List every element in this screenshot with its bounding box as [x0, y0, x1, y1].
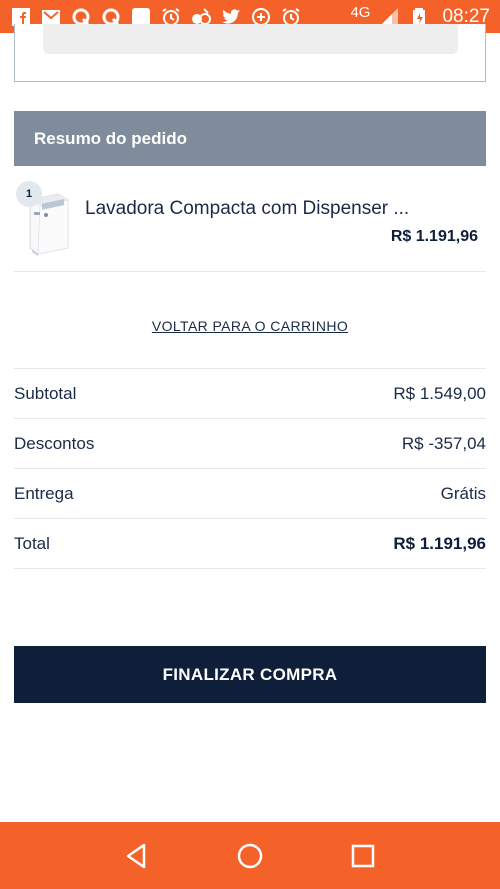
delivery-value: Grátis — [440, 483, 486, 503]
discounts-label: Descontos — [14, 433, 95, 453]
product-name[interactable]: Lavadora Compacta com Dispenser ... — [85, 198, 480, 220]
total-row: Total R$ 1.191,96 — [14, 519, 486, 569]
home-icon[interactable] — [228, 834, 272, 878]
previous-section-card — [14, 24, 486, 82]
navigation-bar — [0, 822, 500, 889]
back-to-cart-container: VOLTAR PARA O CARRINHO — [0, 318, 500, 336]
subtotal-label: Subtotal — [14, 383, 77, 403]
quantity-badge: 1 — [16, 181, 42, 207]
order-item[interactable]: 1 Lavadora Compacta com Dispenser ... R$… — [14, 176, 486, 272]
checkout-page: 4G 08:27 Resumo do pedido 1 Lavadora Com… — [0, 0, 500, 889]
product-price: R$ 1.191,96 — [390, 228, 478, 245]
back-icon[interactable] — [115, 834, 159, 878]
back-to-cart-link[interactable]: VOLTAR PARA O CARRINHO — [152, 318, 348, 334]
order-summary-title: Resumo do pedido — [34, 128, 187, 148]
subtotal-value: R$ 1.549,00 — [393, 383, 486, 403]
total-value: R$ 1.191,96 — [393, 533, 486, 553]
discounts-value: R$ -357,04 — [401, 433, 486, 453]
finalize-purchase-button[interactable]: FINALIZAR COMPRA — [14, 646, 486, 703]
delivery-label: Entrega — [14, 483, 74, 503]
subtotal-row: Subtotal R$ 1.549,00 — [14, 369, 486, 419]
total-label: Total — [14, 533, 50, 553]
delivery-row: Entrega Grátis — [14, 469, 486, 519]
previous-section-field — [43, 24, 458, 54]
network-type: 4G — [350, 4, 371, 21]
recents-icon[interactable] — [341, 834, 385, 878]
discounts-row: Descontos R$ -357,04 — [14, 419, 486, 469]
totals-table: Subtotal R$ 1.549,00 Descontos R$ -357,0… — [14, 368, 486, 569]
order-summary-header: Resumo do pedido — [14, 111, 486, 166]
